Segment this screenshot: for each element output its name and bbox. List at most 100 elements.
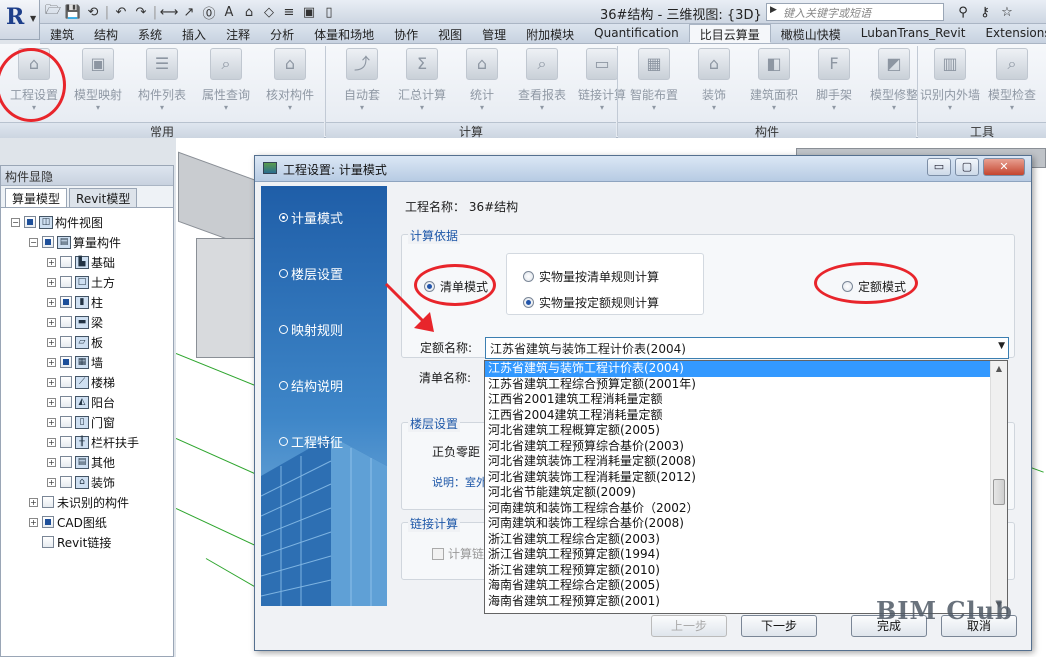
- application-menu-button[interactable]: R ▼: [0, 0, 40, 40]
- search-expand-icon[interactable]: ▶: [770, 5, 777, 15]
- close-button[interactable]: ✕: [983, 158, 1025, 176]
- visibility-checkbox[interactable]: [60, 296, 72, 308]
- save-icon[interactable]: 💾: [64, 3, 82, 21]
- visibility-checkbox[interactable]: [60, 436, 72, 448]
- visibility-checkbox[interactable]: [60, 456, 72, 468]
- collapse-icon[interactable]: −: [11, 217, 20, 227]
- tab-1[interactable]: 结构: [84, 24, 128, 43]
- key-icon[interactable]: ⚷: [976, 3, 994, 21]
- dropdown-option[interactable]: 河南建筑和装饰工程综合基价(2008): [485, 516, 1007, 532]
- collapse-icon[interactable]: −: [29, 237, 38, 247]
- step-structure-notes[interactable]: 结构说明: [279, 376, 343, 395]
- tree-item[interactable]: + ▱ 板: [1, 332, 173, 352]
- radio-rule-list[interactable]: 实物量按清单规则计算: [523, 268, 659, 285]
- ribbon-button-2-2[interactable]: ◧ 建筑面积 ▾: [742, 48, 806, 112]
- help-search-input[interactable]: ▶ 键入关键字或短语: [766, 3, 944, 21]
- dropdown-option[interactable]: 河南建筑和装饰工程综合基价（2002）: [485, 501, 1007, 517]
- maximize-button[interactable]: ▢: [955, 158, 979, 176]
- dropdown-option[interactable]: 浙江省建筑工程预算定额(1994): [485, 547, 1007, 563]
- dropdown-option[interactable]: 江苏省建筑工程综合预算定额(2001年): [485, 377, 1007, 393]
- ribbon-button-3-0[interactable]: ▥ 识别内外墙 ▾: [918, 48, 982, 112]
- expand-icon[interactable]: +: [47, 297, 56, 307]
- tab-12[interactable]: 比目云算量: [688, 24, 771, 43]
- visibility-checkbox[interactable]: [60, 396, 72, 408]
- tree-item[interactable]: − ◫ 构件视图: [1, 212, 173, 232]
- tree-item[interactable]: − ▤ 算量构件: [1, 232, 173, 252]
- tree-item[interactable]: + ▬ 梁: [1, 312, 173, 332]
- tree-item[interactable]: + CAD图纸: [1, 512, 173, 532]
- ribbon-button-0-1[interactable]: ▣ 模型映射 ▾: [66, 48, 130, 112]
- dropdown-option[interactable]: 河北省建筑工程预算综合基价(2003): [485, 439, 1007, 455]
- expand-icon[interactable]: +: [47, 377, 56, 387]
- binoculars-icon[interactable]: ⚲: [954, 3, 972, 21]
- 3d-icon[interactable]: ⌂: [240, 3, 258, 21]
- text-icon[interactable]: A: [220, 3, 238, 21]
- expand-icon[interactable]: +: [47, 417, 56, 427]
- visibility-checkbox[interactable]: [60, 356, 72, 368]
- scroll-thumb[interactable]: [993, 479, 1005, 505]
- visibility-checkbox[interactable]: [60, 276, 72, 288]
- tag-icon[interactable]: ⓪: [200, 3, 218, 22]
- dropdown-option[interactable]: 河北省建筑装饰工程消耗量定额(2012): [485, 470, 1007, 486]
- minimize-button[interactable]: ▭: [927, 158, 951, 176]
- switch-windows-icon[interactable]: ▯: [320, 3, 338, 21]
- step-floor-settings[interactable]: 楼层设置: [279, 264, 343, 283]
- ribbon-button-1-0[interactable]: ⤴ 自动套 ▾: [330, 48, 394, 112]
- tab-13[interactable]: 橄榄山快模: [771, 24, 851, 43]
- expand-icon[interactable]: +: [29, 517, 38, 527]
- expand-icon[interactable]: +: [47, 397, 56, 407]
- expand-icon[interactable]: +: [47, 357, 56, 367]
- dropdown-option[interactable]: 河北省建筑装饰工程消耗量定额(2008): [485, 454, 1007, 470]
- next-step-button[interactable]: 下一步: [741, 615, 817, 637]
- tab-2[interactable]: 系统: [128, 24, 172, 43]
- tree-item[interactable]: + ⟋ 楼梯: [1, 372, 173, 392]
- tree-item[interactable]: + ╫ 栏杆扶手: [1, 432, 173, 452]
- visibility-checkbox[interactable]: [24, 216, 36, 228]
- step-project-features[interactable]: 工程特征: [279, 432, 343, 451]
- tab-0[interactable]: 建筑: [40, 24, 84, 43]
- visibility-checkbox[interactable]: [60, 256, 72, 268]
- visibility-checkbox[interactable]: [60, 416, 72, 428]
- tree-item[interactable]: + ◭ 阳台: [1, 392, 173, 412]
- tree-item[interactable]: + ▯ 门窗: [1, 412, 173, 432]
- ribbon-button-2-0[interactable]: ▦ 智能布置 ▾: [622, 48, 686, 112]
- visibility-checkbox[interactable]: [42, 236, 54, 248]
- visibility-checkbox[interactable]: [42, 516, 54, 528]
- star-icon[interactable]: ☆: [998, 3, 1016, 21]
- tab-revit-model[interactable]: Revit模型: [69, 188, 138, 207]
- tree-item[interactable]: + ▙ 基础: [1, 252, 173, 272]
- link-calc-checkbox[interactable]: 计算链: [432, 545, 484, 562]
- expand-icon[interactable]: +: [47, 277, 56, 287]
- visibility-checkbox[interactable]: [60, 376, 72, 388]
- ribbon-button-3-1[interactable]: ⌕ 模型检查 ▾: [980, 48, 1044, 112]
- dropdown-option[interactable]: 河北省建筑工程概算定额(2005): [485, 423, 1007, 439]
- expand-icon[interactable]: +: [47, 317, 56, 327]
- tab-14[interactable]: LubanTrans_Revit: [851, 24, 976, 43]
- expand-icon[interactable]: +: [29, 497, 38, 507]
- expand-icon[interactable]: +: [47, 477, 56, 487]
- ribbon-button-1-3[interactable]: ⌕ 查看报表 ▾: [510, 48, 574, 112]
- close-hidden-icon[interactable]: ▣: [300, 3, 318, 21]
- scroll-up-icon[interactable]: ▲: [991, 361, 1007, 377]
- quota-name-select[interactable]: 江苏省建筑与装饰工程计价表(2004) ▼: [485, 337, 1009, 359]
- ribbon-button-1-1[interactable]: Σ 汇总计算 ▾: [390, 48, 454, 112]
- dropdown-option[interactable]: 江苏省建筑与装饰工程计价表(2004): [485, 361, 1007, 377]
- tab-11[interactable]: Quantification: [584, 24, 689, 43]
- dropdown-option[interactable]: 海南省建筑工程综合定额(2005): [485, 578, 1007, 594]
- ribbon-button-2-3[interactable]: F 脚手架 ▾: [802, 48, 866, 112]
- tab-quantity-model[interactable]: 算量模型: [5, 188, 68, 207]
- sync-icon[interactable]: ⟲: [84, 3, 102, 21]
- tree-item[interactable]: + ▦ 墙: [1, 352, 173, 372]
- undo-icon[interactable]: ↶: [112, 3, 130, 21]
- expand-icon[interactable]: +: [47, 337, 56, 347]
- step-measure-mode[interactable]: 计量模式: [279, 208, 343, 227]
- dropdown-option[interactable]: 江西省2004建筑工程消耗量定额: [485, 408, 1007, 424]
- quota-dropdown-list[interactable]: 江苏省建筑与装饰工程计价表(2004) 江苏省建筑工程综合预算定额(2001年) 江…: [484, 360, 1008, 614]
- ribbon-button-0-4[interactable]: ⌂ 核对构件 ▾: [258, 48, 322, 112]
- tree-item[interactable]: + ▮ 柱: [1, 292, 173, 312]
- visibility-checkbox[interactable]: [60, 336, 72, 348]
- tree-item[interactable]: + □ 土方: [1, 272, 173, 292]
- thin-lines-icon[interactable]: ≡: [280, 3, 298, 21]
- visibility-checkbox[interactable]: [42, 536, 54, 548]
- expand-icon[interactable]: +: [47, 257, 56, 267]
